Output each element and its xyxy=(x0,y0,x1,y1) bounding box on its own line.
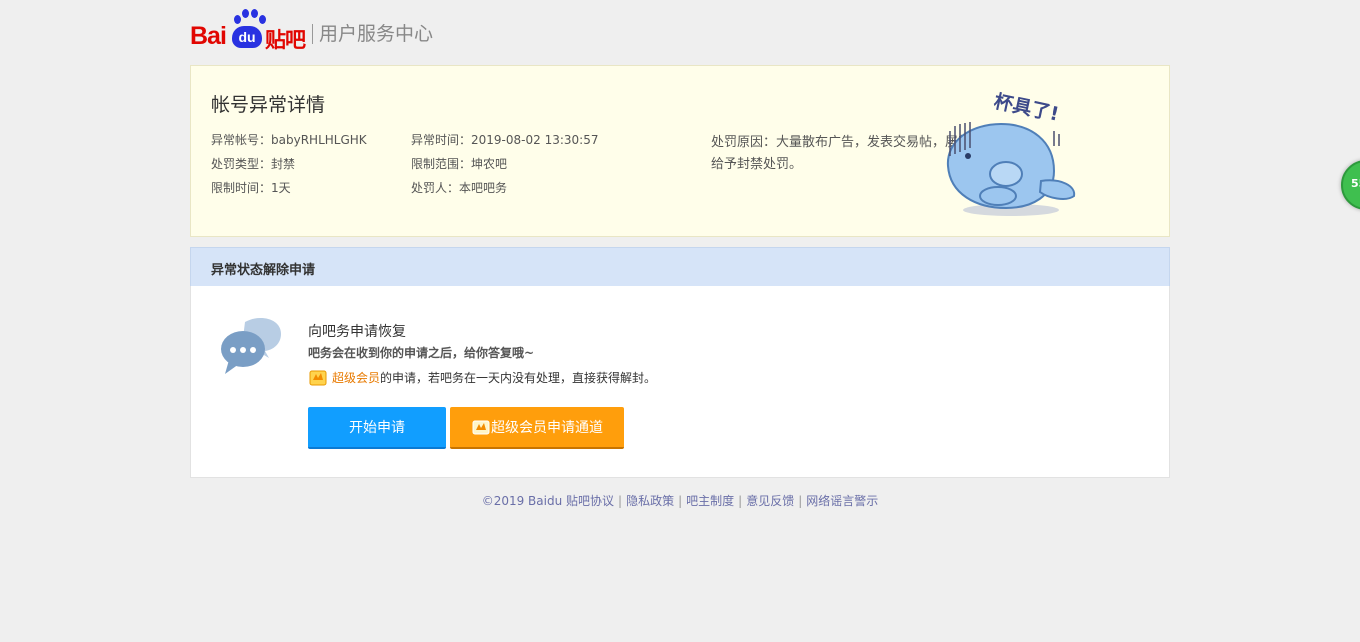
logo-divider xyxy=(312,24,313,44)
paw-toe-icon xyxy=(242,9,249,18)
footer-divider: | xyxy=(618,494,623,508)
footer-divider: | xyxy=(738,494,743,508)
vip-application-label: 超级会员申请通道 xyxy=(491,420,603,436)
footer-link-feedback[interactable]: 意见反馈 xyxy=(746,494,794,508)
restriction-scope-value: 坤农吧 xyxy=(471,157,508,171)
paw-toe-icon xyxy=(251,9,258,18)
penalty-type-label: 处罚类型： xyxy=(211,157,272,171)
vip-link[interactable]: 超级会员 xyxy=(332,369,380,386)
restriction-scope: 限制范围：坤农吧 xyxy=(411,155,507,172)
logo-tieba: 贴吧 xyxy=(265,28,306,52)
request-subtitle: 吧务会在收到你的申请之后，给你答复哦~ xyxy=(308,346,535,360)
floating-speed-badge[interactable]: 55 xyxy=(1341,160,1360,210)
vip-application-button[interactable]: 超级会员申请通道 xyxy=(450,407,624,449)
paw-toe-icon xyxy=(234,15,241,24)
footer-copyright: ©2019 Baidu xyxy=(481,494,563,508)
vip-crown-icon xyxy=(309,370,327,386)
request-title: 向吧务申请恢复 xyxy=(308,324,406,340)
vip-note: 超级会员 的申请，若吧务在一天内没有处理，直接获得解封。 xyxy=(308,368,656,386)
page-subtitle: 用户服务中心 xyxy=(319,23,434,45)
abnormal-account-value: babyRHLHLGHK xyxy=(271,133,367,147)
start-application-button[interactable]: 开始申请 xyxy=(308,407,446,449)
vip-note-text: 的申请，若吧务在一天内没有处理，直接获得解封。 xyxy=(380,370,657,385)
chat-bubbles-icon xyxy=(221,318,281,374)
logo-bai: Bai xyxy=(190,22,227,50)
abnormal-account: 异常帐号：babyRHLHLGHK xyxy=(211,131,367,148)
abnormal-time-value: 2019-08-02 13:30:57 xyxy=(471,133,599,147)
penalty-handler-value: 本吧吧务 xyxy=(459,181,508,195)
penalty-type: 处罚类型：封禁 xyxy=(211,155,295,172)
detail-title: 帐号异常详情 xyxy=(211,94,326,116)
header: Bai du 贴吧 用户服务中心 xyxy=(190,4,434,52)
footer-divider: | xyxy=(678,494,683,508)
penalty-type-value: 封禁 xyxy=(271,157,296,171)
abnormal-time-label: 异常时间： xyxy=(411,133,472,147)
abnormal-account-label: 异常帐号： xyxy=(211,133,272,147)
apply-section-body: 向吧务申请恢复 吧务会在收到你的申请之后，给你答复哦~ 超级会员 的申请，若吧务… xyxy=(190,286,1170,478)
logo-du: du xyxy=(232,26,262,48)
apply-section-header: 异常状态解除申请 xyxy=(190,247,1170,287)
footer-link-privacy[interactable]: 隐私政策 xyxy=(626,494,674,508)
restriction-duration: 限制时间：1天 xyxy=(211,179,291,196)
penalty-handler-label: 处罚人： xyxy=(411,181,460,195)
sad-mascot-illustration: 杯具了! xyxy=(946,90,1076,216)
penalty-reason-label: 处罚原因： xyxy=(711,135,777,150)
vip-crown-icon xyxy=(472,420,490,435)
account-detail-panel: 帐号异常详情 异常帐号：babyRHLHLGHK 异常时间：2019-08-02… xyxy=(190,65,1170,237)
abnormal-time: 异常时间：2019-08-02 13:30:57 xyxy=(411,131,598,148)
restriction-duration-value: 1天 xyxy=(271,181,291,195)
footer-divider: | xyxy=(798,494,803,508)
footer: ©2019 Baidu 贴吧协议 | 隐私政策 | 吧主制度 | 意见反馈 | 网络谣言警示 xyxy=(0,492,1360,509)
paw-toe-icon xyxy=(259,15,266,24)
footer-link-rumor-warning[interactable]: 网络谣言警示 xyxy=(806,494,878,508)
restriction-duration-label: 限制时间： xyxy=(211,181,272,195)
baidu-tieba-logo[interactable]: Bai du 贴吧 xyxy=(190,8,310,52)
penalty-handler: 处罚人：本吧吧务 xyxy=(411,179,507,196)
footer-link-moderator-rules[interactable]: 吧主制度 xyxy=(686,494,734,508)
apply-section-title: 异常状态解除申请 xyxy=(211,263,316,278)
footer-link-agreement[interactable]: 贴吧协议 xyxy=(566,494,614,508)
mascot-text: 杯具了! xyxy=(992,90,1061,126)
restriction-scope-label: 限制范围： xyxy=(411,157,472,171)
